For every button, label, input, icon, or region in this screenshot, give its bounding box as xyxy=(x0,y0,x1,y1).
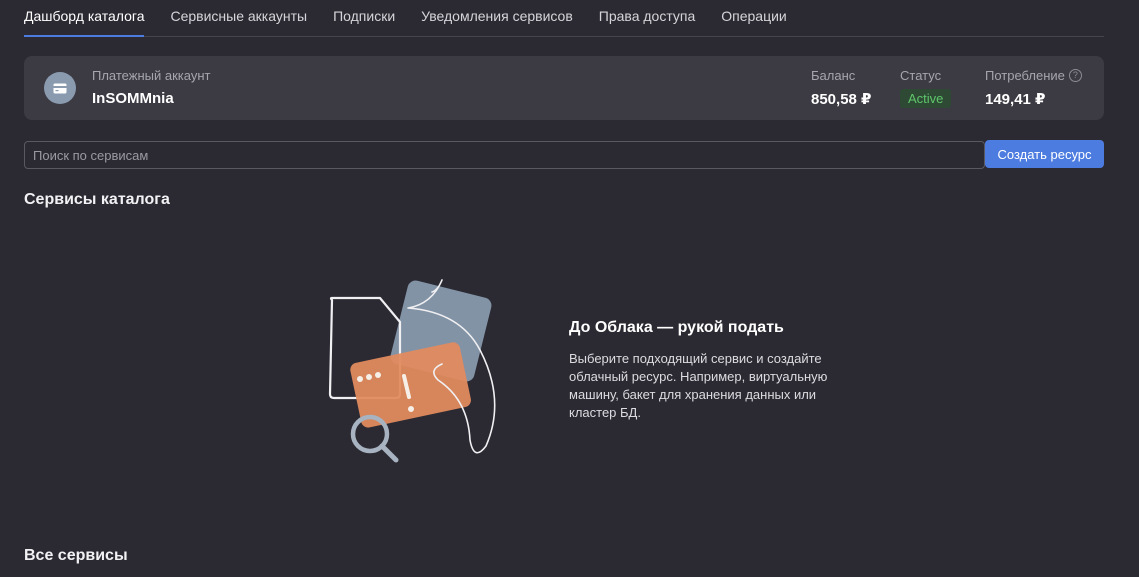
empty-services-illustration xyxy=(320,270,510,475)
credit-card-icon xyxy=(44,72,76,104)
balance-label: Баланс xyxy=(811,68,856,83)
catalog-services-title: Сервисы каталога xyxy=(24,191,170,208)
tab-operations[interactable]: Операции xyxy=(721,0,787,36)
balance-value: 850,58 ₽ xyxy=(811,91,872,108)
tab-catalog-dashboard[interactable]: Дашборд каталога xyxy=(24,0,145,37)
help-icon[interactable]: ? xyxy=(1068,69,1082,82)
tab-service-accounts[interactable]: Сервисные аккаунты xyxy=(170,0,307,36)
catalog-dashboard-page: Дашборд каталога Сервисные аккаунты Подп… xyxy=(0,0,1139,577)
status-badge: Active xyxy=(900,89,952,108)
billing-account-label: Платежный аккаунт xyxy=(92,68,211,83)
all-services-title: Все сервисы xyxy=(24,547,128,564)
billing-account-name[interactable]: InSOMMnia xyxy=(92,90,174,107)
service-search-input[interactable] xyxy=(24,141,985,169)
tab-subscriptions[interactable]: Подписки xyxy=(333,0,395,36)
create-resource-button[interactable]: Создать ресурс xyxy=(985,140,1104,168)
tab-service-notifications[interactable]: Уведомления сервисов xyxy=(421,0,573,36)
consumption-label-group: Потребление ? xyxy=(985,68,1082,83)
tab-access-rights[interactable]: Права доступа xyxy=(599,0,695,36)
consumption-value: 149,41 ₽ xyxy=(985,91,1046,108)
empty-state-title: До Облака — рукой подать xyxy=(569,319,784,336)
tab-bar: Дашборд каталога Сервисные аккаунты Подп… xyxy=(24,0,1104,37)
billing-account-card[interactable]: Платежный аккаунт InSOMMnia Баланс 850,5… xyxy=(24,56,1104,120)
empty-state-description: Выберите подходящий сервис и создайте об… xyxy=(569,351,828,420)
consumption-label: Потребление xyxy=(985,68,1065,83)
status-label: Статус xyxy=(900,68,942,83)
